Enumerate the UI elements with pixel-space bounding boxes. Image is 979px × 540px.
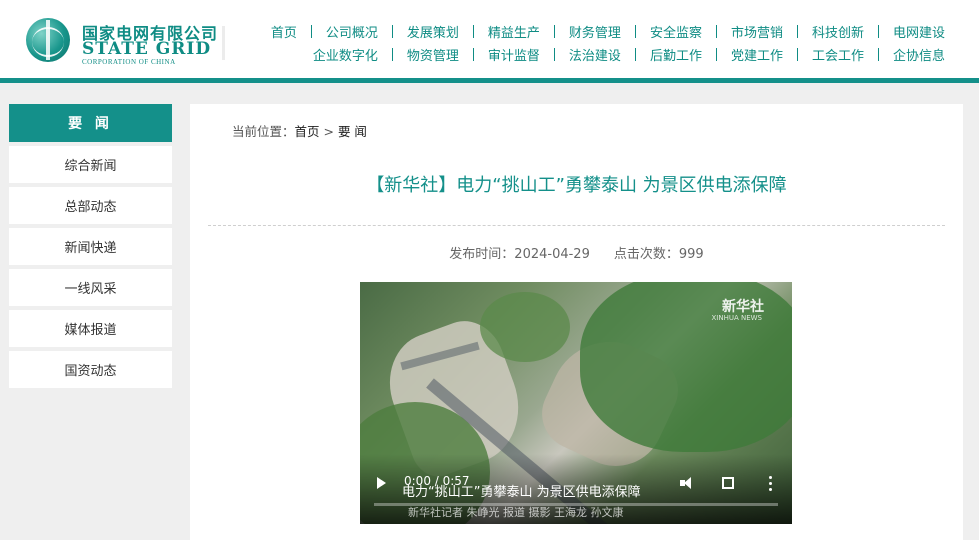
article-panel: 当前位置：首页 > 要 闻 【新华社】电力“挑山工”勇攀泰山 为景区供电添保障 … bbox=[190, 104, 963, 540]
sidebar-item-media-reports[interactable]: 媒体报道 bbox=[9, 310, 172, 347]
nav-development-planning[interactable]: 发展策划 bbox=[407, 22, 459, 41]
video-subcaption: 新华社记者 朱峥光 报道 摄影 王海龙 孙文康 bbox=[408, 506, 624, 519]
clicks-label: 点击次数： bbox=[613, 247, 679, 262]
sidebar-item-frontline[interactable]: 一线风采 bbox=[9, 269, 172, 306]
site-header: 国家电网有限公司 STATE GRID CORPORATION OF CHINA… bbox=[0, 0, 979, 78]
sidebar-item-general-news[interactable]: 综合新闻 bbox=[9, 146, 172, 183]
nav-divider bbox=[715, 25, 717, 38]
nav-company-overview[interactable]: 公司概况 bbox=[326, 22, 378, 41]
nav-divider bbox=[472, 25, 474, 38]
nav-divider bbox=[877, 48, 879, 61]
nav-divider bbox=[634, 48, 636, 61]
nav-divider bbox=[796, 48, 798, 61]
nav-divider bbox=[715, 48, 717, 61]
nav-safety[interactable]: 安全监察 bbox=[650, 22, 702, 41]
nav-lean-production[interactable]: 精益生产 bbox=[488, 22, 540, 41]
nav-digitalization[interactable]: 企业数字化 bbox=[313, 45, 378, 64]
video-player[interactable]: 新华社 XINHUA NEWS 电力“挑山工”勇攀泰山 为景区供电添保障 新华社… bbox=[360, 282, 792, 524]
nav-home[interactable]: 首页 bbox=[271, 22, 297, 41]
nav-divider bbox=[472, 48, 474, 61]
nav-rule-of-law[interactable]: 法治建设 bbox=[569, 45, 621, 64]
sidebar-item-sasac-updates[interactable]: 国资动态 bbox=[9, 351, 172, 388]
nav-divider bbox=[553, 48, 555, 61]
sidebar-item-news-express[interactable]: 新闻快递 bbox=[9, 228, 172, 265]
video-frame-detail bbox=[480, 292, 570, 362]
nav-enterprise-association[interactable]: 企协信息 bbox=[893, 45, 945, 64]
publish-label: 发布时间： bbox=[449, 247, 515, 262]
nav-union[interactable]: 工会工作 bbox=[812, 45, 864, 64]
breadcrumb-prefix: 当前位置： bbox=[232, 124, 295, 139]
article-meta: 发布时间：2024-04-29 点击次数：999 bbox=[190, 243, 963, 262]
fullscreen-icon[interactable] bbox=[722, 477, 734, 489]
nav-divider bbox=[553, 25, 555, 38]
video-time: 0:00 / 0:57 bbox=[404, 474, 470, 488]
nav-divider bbox=[877, 25, 879, 38]
nav-materials[interactable]: 物资管理 bbox=[407, 45, 459, 64]
header-accent-bar bbox=[0, 78, 979, 83]
nav-divider bbox=[391, 25, 393, 38]
video-progress-bar[interactable] bbox=[374, 503, 778, 506]
nav-party-building[interactable]: 党建工作 bbox=[731, 45, 783, 64]
breadcrumb-separator: > bbox=[319, 124, 338, 139]
sidebar-item-hq-updates[interactable]: 总部动态 bbox=[9, 187, 172, 224]
logo-english-name: STATE GRID bbox=[82, 39, 212, 59]
breadcrumb-current: 要 闻 bbox=[337, 124, 367, 139]
nav-finance[interactable]: 财务管理 bbox=[569, 22, 621, 41]
breadcrumb-home-link[interactable]: 首页 bbox=[295, 124, 320, 139]
nav-divider bbox=[391, 48, 393, 61]
logo-divider bbox=[222, 26, 225, 60]
sidebar: 要 闻 综合新闻 总部动态 新闻快递 一线风采 媒体报道 国资动态 bbox=[9, 104, 172, 388]
nav-logistics[interactable]: 后勤工作 bbox=[650, 45, 702, 64]
play-icon[interactable] bbox=[377, 477, 386, 489]
nav-marketing[interactable]: 市场营销 bbox=[731, 22, 783, 41]
nav-divider bbox=[310, 25, 312, 38]
xinhua-watermark: 新华社 bbox=[722, 299, 764, 315]
nav-audit[interactable]: 审计监督 bbox=[488, 45, 540, 64]
main-nav-row-2: 企业数字化 物资管理 审计监督 法治建设 后勤工作 党建工作 工会工作 企协信息 bbox=[313, 45, 945, 64]
sidebar-heading[interactable]: 要 闻 bbox=[9, 104, 172, 142]
breadcrumb: 当前位置：首页 > 要 闻 bbox=[232, 121, 367, 140]
xinhua-watermark-en: XINHUA NEWS bbox=[711, 314, 762, 322]
more-options-icon[interactable] bbox=[769, 476, 772, 491]
logo-subtitle: CORPORATION OF CHINA bbox=[82, 58, 176, 66]
volume-icon[interactable] bbox=[680, 476, 696, 490]
main-nav-row-1: 首页 公司概况 发展策划 精益生产 财务管理 安全监察 市场营销 科技创新 电网… bbox=[271, 22, 945, 41]
article-title: 【新华社】电力“挑山工”勇攀泰山 为景区供电添保障 bbox=[366, 175, 787, 196]
title-divider bbox=[208, 225, 945, 226]
nav-divider bbox=[796, 25, 798, 38]
nav-tech-innovation[interactable]: 科技创新 bbox=[812, 22, 864, 41]
publish-date: 2024-04-29 bbox=[514, 247, 590, 262]
state-grid-logo[interactable]: 国家电网有限公司 STATE GRID CORPORATION OF CHINA bbox=[22, 14, 222, 66]
nav-divider bbox=[634, 25, 636, 38]
click-count: 999 bbox=[678, 247, 704, 262]
nav-grid-construction[interactable]: 电网建设 bbox=[893, 22, 945, 41]
state-grid-globe-icon bbox=[26, 18, 70, 62]
